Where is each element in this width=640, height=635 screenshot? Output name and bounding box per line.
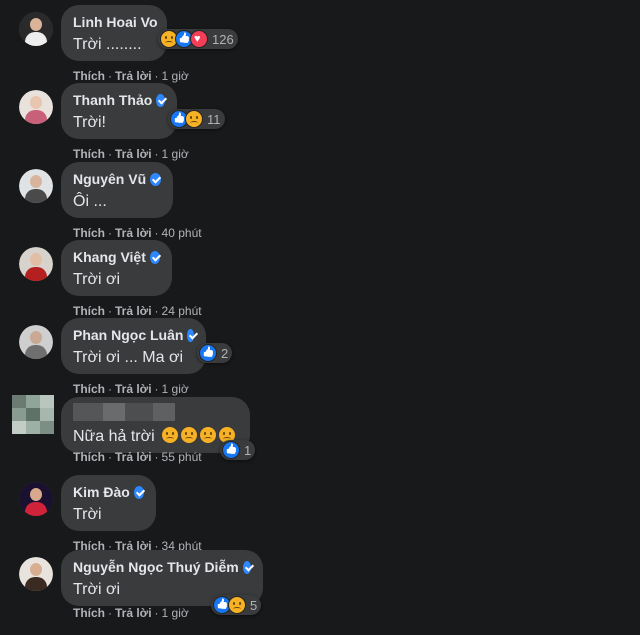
like-reaction-icon [199, 344, 217, 362]
verified-badge-icon [187, 329, 194, 342]
comment-text: Ôi ... [73, 193, 107, 210]
avatar[interactable] [19, 482, 53, 516]
comment: Nguyên Vũ Ôi ... Thích · Trả lời · 40 phút [0, 162, 640, 247]
comment-text: Trời ơi [73, 271, 121, 288]
timestamp[interactable]: 1 giờ [162, 69, 189, 83]
comment: Thanh Thảo Trời! 11 Thích·Trả lời·1 giờ [0, 83, 640, 168]
reaction-summary[interactable]: 2 [197, 343, 233, 363]
reply-link[interactable]: Trả lời [115, 69, 152, 83]
avatar[interactable] [19, 557, 53, 591]
reaction-summary[interactable]: 11 [168, 109, 225, 129]
timestamp[interactable]: 1 giờ [162, 147, 189, 161]
comment-bubble: Linh Hoai Vo Trời ........ [61, 5, 167, 61]
reaction-count: 126 [212, 31, 234, 47]
sad-emoji-icon [181, 427, 198, 443]
comment-text: Trời [73, 506, 102, 523]
comment-actions: Thích · Trả lời · 24 phút [73, 304, 202, 318]
comment-bubble: Kim Đào Trời [61, 475, 156, 531]
author-name[interactable]: Phan Ngọc Luân [73, 327, 194, 344]
timestamp[interactable]: 1 giờ [162, 606, 189, 620]
comment: Kim Đào Trời Thích · Trả lời · 34 phút [0, 475, 640, 560]
verified-badge-icon [242, 561, 251, 574]
verified-badge-icon [150, 173, 161, 186]
reply-link[interactable]: Trả lời [115, 304, 152, 318]
comment: Nữa hả trời 1 Thích·Trả lời·55 phút [0, 395, 640, 482]
like-link[interactable]: Thích [73, 606, 105, 620]
comment-text: Nữa hả trời [73, 427, 238, 447]
comment-bubble: Khang Việt Trời ơi [61, 240, 172, 296]
author-name[interactable]: Thanh Thảo [73, 92, 165, 109]
avatar[interactable] [19, 90, 53, 124]
author-name[interactable]: Nguyên Vũ [73, 171, 161, 188]
reaction-summary[interactable]: 5 [211, 595, 262, 615]
like-link[interactable]: Thích [73, 147, 105, 161]
comment-bubble: Thanh Thảo Trời! [61, 83, 177, 139]
avatar[interactable] [19, 325, 53, 359]
reply-link[interactable]: Trả lời [115, 147, 152, 161]
comment: Nguyễn Ngọc Thuý Diễm Trời ơi 5 Thích·Tr… [0, 550, 640, 635]
sad-reaction-icon [185, 110, 203, 128]
reaction-summary[interactable]: 1 [220, 440, 256, 460]
reaction-count: 5 [250, 597, 258, 613]
comment-actions: Thích · Trả lời · 55 phút [73, 450, 202, 464]
reaction-count: 1 [244, 442, 252, 458]
timestamp[interactable]: 55 phút [162, 450, 202, 464]
like-link[interactable]: Thích [73, 226, 105, 240]
blurred-author-name [73, 403, 203, 421]
avatar[interactable] [19, 12, 53, 46]
comment: Phan Ngọc Luân Trời ơi ... Ma ơi 2 Thích… [0, 318, 640, 403]
reply-link[interactable]: Trả lời [115, 382, 152, 396]
like-link[interactable]: Thích [73, 304, 105, 318]
reaction-summary[interactable]: 126 [158, 29, 238, 49]
comment-actions: Thích · Trả lời · 1 giờ [73, 606, 189, 620]
like-link[interactable]: Thích [73, 450, 105, 464]
like-link[interactable]: Thích [73, 69, 105, 83]
comment-actions: Thích · Trả lời · 1 giờ [73, 382, 189, 396]
verified-badge-icon [149, 251, 160, 264]
sad-emoji-icon [162, 427, 179, 443]
reply-link[interactable]: Trả lời [115, 606, 152, 620]
author-name[interactable]: Nguyễn Ngọc Thuý Diễm [73, 559, 251, 576]
verified-badge-icon [133, 486, 144, 499]
comment-bubble: Phan Ngọc Luân Trời ơi ... Ma ơi [61, 318, 206, 374]
comment-actions: Thích · Trả lời · 1 giờ [73, 147, 189, 161]
comment-text: Trời ........ [73, 36, 142, 53]
author-name[interactable]: Kim Đào [73, 484, 144, 501]
verified-badge-icon [156, 94, 165, 107]
author-name[interactable]: Linh Hoai Vo [73, 14, 158, 31]
comment: Linh Hoai Vo Trời ........ 126 Thích·Trả… [0, 5, 640, 90]
timestamp[interactable]: 24 phút [162, 304, 202, 318]
like-link[interactable]: Thích [73, 382, 105, 396]
comment-actions: Thích · Trả lời · 1 giờ [73, 69, 189, 83]
comment: Khang Việt Trời ơi Thích · Trả lời · 24 phút [0, 240, 640, 325]
comment-actions: Thích · Trả lời · 40 phút [73, 226, 202, 240]
blurred-avatar [12, 395, 54, 443]
like-reaction-icon [222, 441, 240, 459]
timestamp[interactable]: 1 giờ [162, 382, 189, 396]
sad-reaction-icon [228, 596, 246, 614]
reaction-count: 11 [207, 111, 221, 127]
love-reaction-icon [190, 30, 208, 48]
reply-link[interactable]: Trả lời [115, 450, 152, 464]
comment-text: Trời ơi ... Ma ơi [73, 349, 183, 366]
author-name[interactable]: Khang Việt [73, 249, 160, 266]
avatar[interactable] [19, 247, 53, 281]
sad-emoji-icon [200, 427, 217, 443]
timestamp[interactable]: 40 phút [162, 226, 202, 240]
avatar[interactable] [19, 169, 53, 203]
reaction-count: 2 [221, 345, 229, 361]
reply-link[interactable]: Trả lời [115, 226, 152, 240]
comment-text: Trời! [73, 114, 106, 131]
comment-bubble: Nguyên Vũ Ôi ... [61, 162, 173, 218]
